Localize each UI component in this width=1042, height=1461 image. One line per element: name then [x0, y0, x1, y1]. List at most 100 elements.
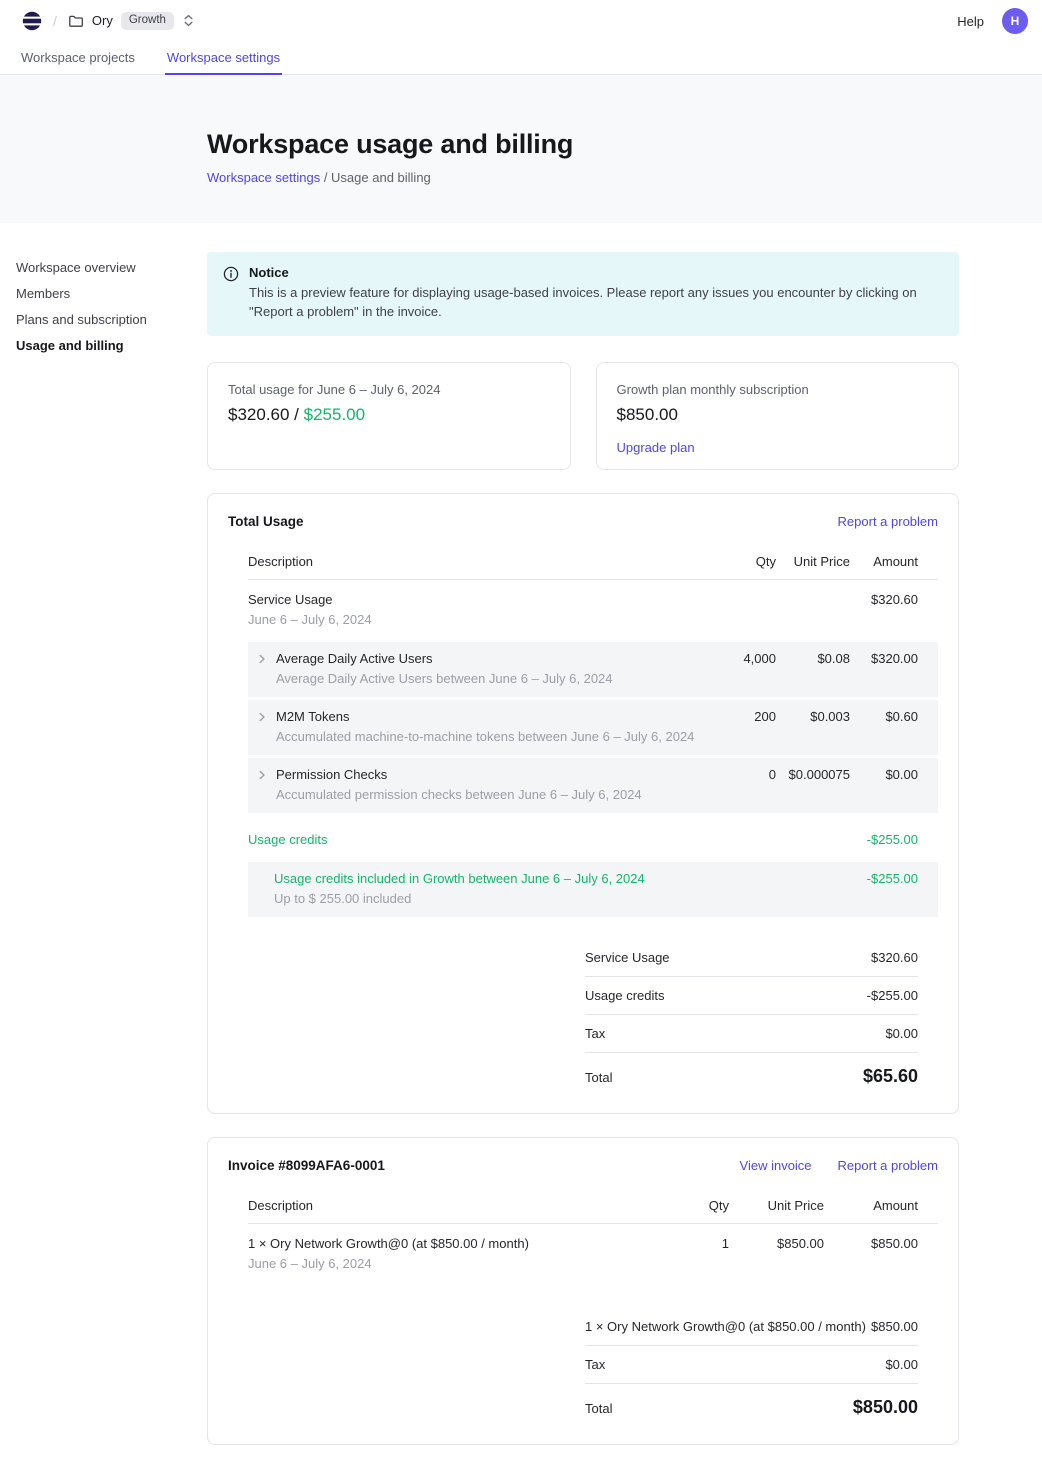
usage-detail-row-adau[interactable]: Average Daily Active Users Average Daily…	[248, 642, 938, 697]
summary-value: $0.00	[885, 1357, 918, 1372]
invoice-line-amount: $850.00	[824, 1236, 938, 1251]
invoice-total-row: Total $850.00	[585, 1384, 918, 1420]
sidebar-item-plans-and-subscription[interactable]: Plans and subscription	[16, 312, 191, 328]
usage-credits-row-amount: -$255.00	[850, 832, 938, 847]
sidebar-item-members[interactable]: Members	[16, 286, 191, 302]
usage-total-row: Total $65.60	[585, 1053, 918, 1089]
subscription-card-label: Growth plan monthly subscription	[617, 382, 939, 397]
subscription-card-amount: $850.00	[617, 405, 939, 425]
detail-row-unit-price: $0.000075	[776, 767, 850, 782]
invoice-line-qty: 1	[649, 1236, 729, 1251]
summary-label: Tax	[585, 1026, 605, 1041]
invoice-total-label: Total	[585, 1401, 612, 1416]
service-usage-row: Service Usage June 6 – July 6, 2024 $320…	[248, 580, 938, 642]
col-amount: Amount	[824, 1198, 938, 1213]
detail-row-subtitle: Average Daily Active Users between June …	[276, 671, 613, 687]
sidebar-item-usage-and-billing[interactable]: Usage and billing	[16, 338, 191, 354]
breadcrumb-workspace-settings-link[interactable]: Workspace settings	[207, 170, 320, 185]
detail-row-subtitle: Accumulated machine-to-machine tokens be…	[276, 729, 694, 745]
summary-row-service-usage: Service Usage $320.60	[585, 939, 918, 977]
detail-row-qty: 200	[696, 709, 776, 724]
summary-cards: Total usage for June 6 – July 6, 2024 $3…	[207, 362, 959, 470]
tab-workspace-settings[interactable]: Workspace settings	[165, 42, 282, 75]
total-usage-card-label: Total usage for June 6 – July 6, 2024	[228, 382, 550, 397]
total-usage-card: Total usage for June 6 – July 6, 2024 $3…	[207, 362, 571, 470]
invoice-line-title: 1 × Ory Network Growth@0 (at $850.00 / m…	[248, 1236, 649, 1252]
usage-detail-row-permission-checks[interactable]: Permission Checks Accumulated permission…	[248, 758, 938, 813]
col-qty: Qty	[696, 554, 776, 569]
summary-label: Usage credits	[585, 988, 664, 1003]
usage-total-label: Total	[585, 1070, 612, 1085]
invoice-total-value: $850.00	[853, 1397, 918, 1418]
col-unit-price: Unit Price	[776, 554, 850, 569]
chevron-right-icon[interactable]	[256, 769, 268, 803]
workspace-name: Ory	[92, 13, 113, 28]
usage-detail-text: Permission Checks Accumulated permission…	[276, 767, 642, 803]
ory-logo[interactable]	[22, 11, 42, 31]
workspace-plan-badge: Growth	[121, 12, 174, 31]
invoice-report-problem-link[interactable]: Report a problem	[838, 1158, 938, 1173]
detail-row-qty: 0	[696, 767, 776, 782]
summary-label: Service Usage	[585, 950, 670, 965]
detail-row-amount: $320.00	[850, 651, 938, 666]
detail-row-title: Permission Checks	[276, 767, 642, 783]
usage-detail-row-m2m-tokens[interactable]: M2M Tokens Accumulated machine-to-machin…	[248, 700, 938, 755]
invoice-line-unit-price: $850.00	[729, 1236, 824, 1251]
chevron-updown-icon	[182, 13, 195, 28]
invoice-panel-head: Invoice #8099AFA6-0001 View invoice Repo…	[228, 1158, 938, 1173]
col-unit-price: Unit Price	[729, 1198, 824, 1213]
detail-row-subtitle: Accumulated permission checks between Ju…	[276, 787, 642, 803]
usage-total-value: $65.60	[863, 1066, 918, 1087]
invoice-summary: 1 × Ory Network Growth@0 (at $850.00 / m…	[585, 1308, 918, 1420]
sidebar-item-workspace-overview[interactable]: Workspace overview	[16, 260, 191, 276]
summary-row-usage-credits: Usage credits -$255.00	[585, 977, 918, 1015]
invoice-line-period: June 6 – July 6, 2024	[248, 1256, 649, 1272]
usage-table: Description Qty Unit Price Amount Servic…	[248, 545, 938, 1089]
col-qty: Qty	[649, 1198, 729, 1213]
invoice-panel: Invoice #8099AFA6-0001 View invoice Repo…	[207, 1137, 959, 1445]
tab-workspace-projects[interactable]: Workspace projects	[19, 42, 137, 75]
summary-label: Tax	[585, 1357, 605, 1372]
workspace-switcher[interactable]: Ory Growth	[68, 12, 195, 31]
usage-report-problem-link[interactable]: Report a problem	[838, 514, 938, 529]
usage-credits-row: Usage credits -$255.00	[248, 816, 938, 862]
detail-row-amount: $0.60	[850, 709, 938, 724]
total-usage-panel: Total Usage Report a problem Description…	[207, 493, 959, 1114]
path-separator: /	[53, 13, 57, 29]
invoice-table: Description Qty Unit Price Amount 1 × Or…	[248, 1189, 938, 1420]
usage-credit-amount: $255.00	[304, 405, 365, 424]
service-usage-row-period: June 6 – July 6, 2024	[248, 612, 696, 628]
usage-detail-text: M2M Tokens Accumulated machine-to-machin…	[276, 709, 694, 745]
usage-amount-separator: /	[289, 405, 303, 424]
usage-detail-text: Average Daily Active Users Average Daily…	[276, 651, 613, 687]
notice-banner: Notice This is a preview feature for dis…	[207, 252, 959, 336]
invoice-title: Invoice #8099AFA6-0001	[228, 1158, 385, 1173]
service-usage-row-title: Service Usage	[248, 592, 696, 608]
detail-row-title: M2M Tokens	[276, 709, 694, 725]
topbar-right: Help H	[957, 8, 1028, 34]
notice-body: This is a preview feature for displaying…	[249, 284, 943, 322]
usage-detail-desc: Permission Checks Accumulated permission…	[248, 767, 696, 803]
usage-credits-row-title: Usage credits	[248, 832, 696, 848]
summary-value: $320.60	[871, 950, 918, 965]
usage-credits-detail-text: Usage credits included in Growth between…	[274, 871, 645, 907]
invoice-links: View invoice Report a problem	[740, 1158, 938, 1173]
notice-text: Notice This is a preview feature for dis…	[249, 265, 943, 322]
view-invoice-link[interactable]: View invoice	[740, 1158, 812, 1173]
chevron-right-icon[interactable]	[256, 711, 268, 745]
total-usage-card-amount: $320.60 / $255.00	[228, 405, 550, 425]
invoice-table-header: Description Qty Unit Price Amount	[248, 1189, 938, 1224]
detail-row-title: Average Daily Active Users	[276, 651, 613, 667]
usage-summary: Service Usage $320.60 Usage credits -$25…	[585, 939, 918, 1089]
credit-detail-amount: -$255.00	[850, 871, 938, 886]
summary-row-tax: Tax $0.00	[585, 1015, 918, 1053]
workspace-tabs: Workspace projects Workspace settings	[0, 42, 1042, 75]
col-description: Description	[248, 1198, 649, 1213]
upgrade-plan-link[interactable]: Upgrade plan	[617, 440, 695, 455]
help-link[interactable]: Help	[957, 14, 984, 29]
chevron-right-icon[interactable]	[256, 653, 268, 687]
avatar[interactable]: H	[1002, 8, 1028, 34]
folder-icon	[68, 13, 84, 29]
summary-label: 1 × Ory Network Growth@0 (at $850.00 / m…	[585, 1319, 866, 1334]
info-icon	[223, 266, 239, 322]
